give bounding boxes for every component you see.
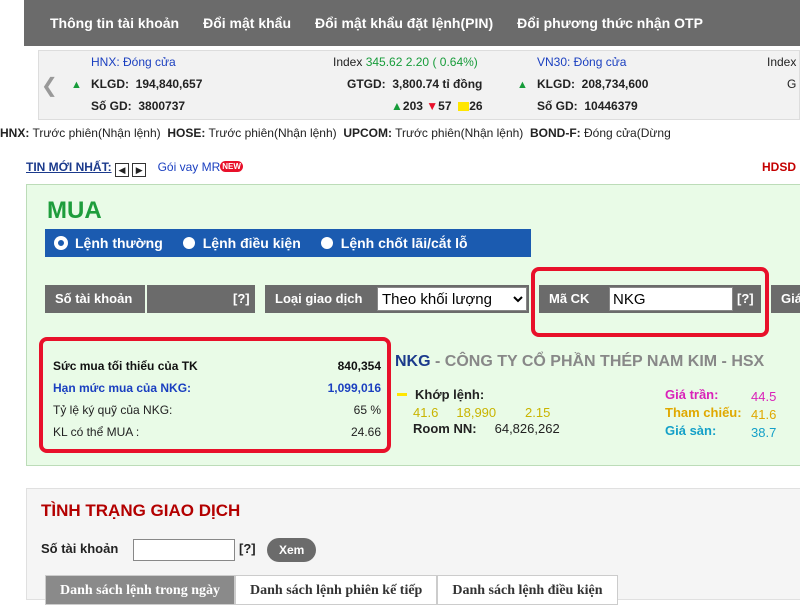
flat-square-icon — [458, 102, 470, 111]
house-icon: ▲ — [71, 79, 82, 91]
symbol-highlight-frame — [531, 267, 769, 337]
nav-change-otp[interactable]: Đổi phương thức nhận OTP — [505, 15, 715, 31]
view-button[interactable]: Xem — [267, 538, 317, 562]
flat-bar-icon — [397, 393, 407, 396]
buy-title: MUA — [47, 197, 102, 224]
latest-news-label[interactable]: TIN MỚI NHẤT: — [26, 160, 112, 174]
news-prev-icon[interactable]: ◀ — [114, 163, 129, 177]
vn30-status: VN30: Đóng cửa — [537, 55, 627, 69]
reference-label: Tham chiếu: — [665, 405, 742, 420]
radio-normal-order[interactable] — [55, 237, 67, 249]
stock-title: NKG - CÔNG TY CỔ PHẦN THÉP NAM KIM - HSX — [395, 353, 765, 370]
news-next-icon[interactable]: ▶ — [132, 163, 147, 177]
new-badge-icon: NEW — [220, 161, 243, 172]
radio-conditional-order[interactable] — [182, 237, 195, 249]
hnx-index: Index 345.62 2.20 ( 0.64%) — [333, 55, 478, 69]
floor-label: Giá sàn: — [665, 423, 717, 438]
status-account-help[interactable]: [?] — [239, 541, 256, 556]
vn30-gtgd: G — [787, 77, 797, 91]
order-type-takeprofit-label[interactable]: Lệnh chốt lãi/cắt lỗ — [341, 235, 468, 251]
top-nav: Thông tin tài khoản Đổi mật khẩu Đổi mật… — [24, 0, 800, 46]
foreign-room: Room NN: 64,826,262 — [413, 421, 560, 436]
order-type-normal-label[interactable]: Lệnh thường — [75, 235, 163, 251]
order-type-selector: Lệnh thường Lệnh điều kiện Lệnh chốt lãi… — [45, 229, 531, 257]
down-arrow-icon: ▼ — [426, 99, 439, 113]
buying-power-highlight-frame — [39, 337, 391, 453]
vn30-klgd: KLGD: 208,734,600 — [537, 77, 649, 91]
trade-type-select[interactable]: Theo khối lượng — [377, 287, 527, 311]
match-label: Khớp lệnh: — [397, 387, 484, 402]
floor-value: 38.7 — [751, 425, 777, 440]
ticker-prev-icon[interactable]: ❮ — [41, 73, 58, 98]
ceiling-label: Giá trần: — [665, 387, 719, 402]
market-sessions: HNX: Trước phiên(Nhận lệnh) HOSE: Trước … — [0, 126, 671, 140]
news-loan-link[interactable]: Gói vay MR — [158, 160, 221, 174]
news-bar: TIN MỚI NHẤT: ◀ ▶ Gói vay MR NEW HDSD — [26, 160, 800, 177]
status-account-input[interactable] — [133, 539, 235, 561]
reference-value: 41.6 — [751, 407, 777, 422]
nav-change-pin[interactable]: Đổi mật khẩu đặt lệnh(PIN) — [303, 15, 505, 31]
nav-account-info[interactable]: Thông tin tài khoản — [24, 15, 191, 31]
hnx-breadth: ▲203 ▼57 26 — [391, 99, 483, 113]
account-number-field[interactable] — [147, 285, 229, 313]
price-label: Giá — [771, 285, 800, 313]
order-list-tabs: Danh sách lệnh trong ngày Danh sách lệnh… — [45, 575, 618, 605]
trading-status-title: TÌNH TRẠNG GIAO DỊCH — [41, 501, 241, 520]
hnx-klgd: KLGD: 194,840,657 — [91, 77, 203, 91]
radio-takeprofit-order[interactable] — [320, 237, 333, 249]
user-guide-link[interactable]: HDSD — [762, 160, 796, 174]
tab-today-orders[interactable]: Danh sách lệnh trong ngày — [45, 575, 236, 605]
trading-status-section: TÌNH TRẠNG GIAO DỊCH Số tài khoản [?] Xe… — [26, 488, 800, 605]
tab-next-session-orders[interactable]: Danh sách lệnh phiên kế tiếp — [235, 575, 438, 605]
order-type-conditional-label[interactable]: Lệnh điều kiện — [203, 235, 301, 251]
tab-conditional-orders[interactable]: Danh sách lệnh điều kiện — [437, 575, 618, 605]
hnx-sogd: Số GD: 3800737 — [91, 99, 186, 113]
vn30-sogd: Số GD: 10446379 — [537, 99, 638, 113]
up-arrow-icon: ▲ — [391, 99, 403, 113]
market-ticker: ❮ HNX: Đóng cửa ▲ KLGD: 194,840,657 Số G… — [38, 50, 800, 120]
nav-change-password[interactable]: Đổi mật khẩu — [191, 15, 303, 31]
account-label: Số tài khoản — [45, 285, 145, 313]
buy-panel: MUA Lệnh thường Lệnh điều kiện Lệnh chốt… — [26, 184, 800, 466]
ceiling-value: 44.5 — [751, 389, 777, 404]
vn30-index: Index — [767, 55, 797, 69]
hnx-gtgd: GTGD: 3,800.74 tỉ đồng — [347, 77, 483, 91]
match-values: 41.6 18,990 2.15 — [413, 405, 551, 420]
house-icon-vn30: ▲ — [517, 79, 528, 91]
account-help[interactable]: [?] — [229, 285, 255, 313]
hnx-status: HNX: Đóng cửa — [91, 55, 176, 69]
status-account-label: Số tài khoản — [41, 541, 119, 556]
